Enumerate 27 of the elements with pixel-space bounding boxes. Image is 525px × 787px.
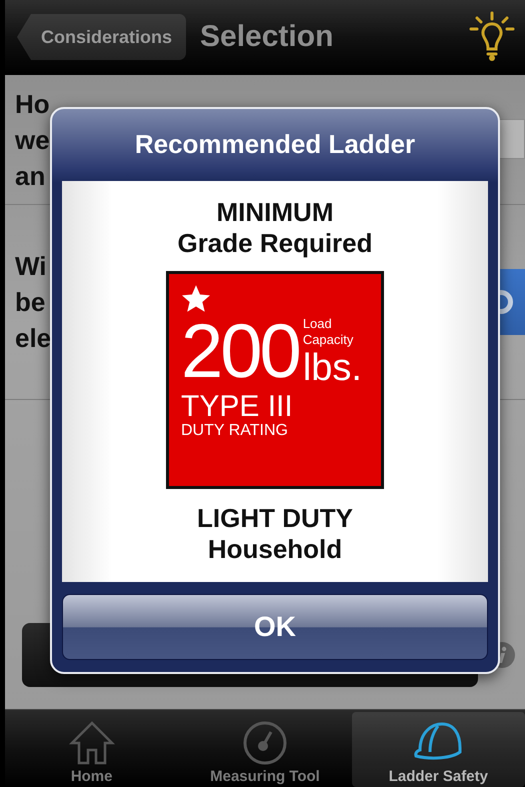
- gauge-icon: [242, 720, 288, 766]
- capacity-unit: lbs.: [302, 348, 362, 388]
- tab-bar-item[interactable]: Measuring Tool: [178, 712, 352, 787]
- duty-type: TYPE III: [181, 392, 294, 422]
- home-icon: [68, 720, 115, 766]
- duty-rating-caption: DUTY RATING: [181, 422, 289, 440]
- capacity-number: 200: [181, 316, 299, 388]
- duty-class: LIGHT DUTY: [197, 502, 353, 534]
- question-text: Wi: [15, 250, 48, 283]
- question-text: ele: [15, 322, 52, 355]
- grade-heading: MINIMUM: [216, 196, 334, 228]
- capacity-caption: Capacity: [302, 332, 354, 348]
- duty-class: Household: [208, 534, 342, 565]
- tab-bar-item[interactable]: Home: [5, 712, 178, 787]
- light-bulb-icon[interactable]: [469, 11, 515, 63]
- star-icon: [181, 284, 211, 314]
- back-button[interactable]: Considerations: [17, 14, 186, 60]
- question-text: be: [15, 286, 46, 319]
- screen-title: Selection: [200, 20, 334, 54]
- capacity-caption: Load: [302, 316, 333, 332]
- question-text: Ho: [15, 88, 50, 120]
- dialog-title: Recommended Ladder: [134, 128, 416, 162]
- question-text: an: [15, 160, 46, 192]
- ok-button[interactable]: OK: [62, 594, 488, 660]
- tab-bar-item[interactable]: Ladder Safety: [352, 712, 525, 787]
- question-text: we: [15, 124, 50, 156]
- grade-heading: Grade Required: [177, 228, 373, 259]
